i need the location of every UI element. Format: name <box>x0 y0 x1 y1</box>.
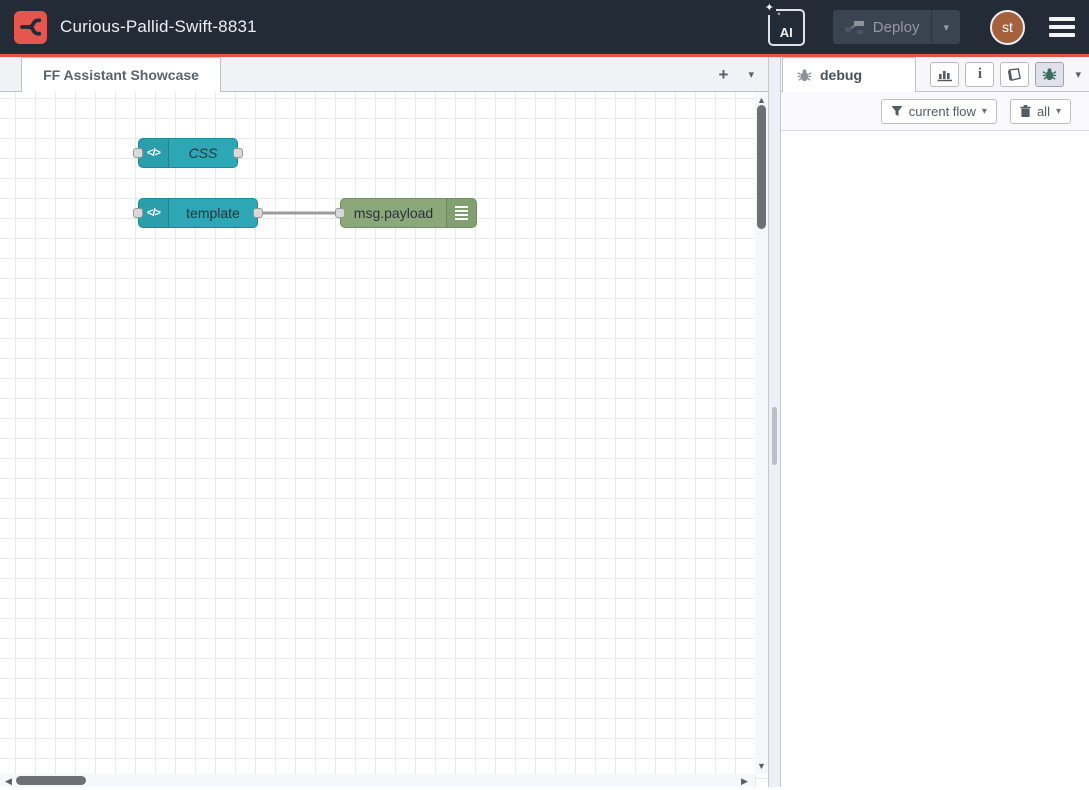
horizontal-scrollbar[interactable]: ◀ ▶ <box>0 774 755 787</box>
debug-lines-icon <box>446 199 476 227</box>
scroll-left-icon[interactable]: ◀ <box>2 776 15 787</box>
sparkle-icon: ✦ <box>763 2 776 15</box>
node-ui-template-css[interactable]: </> CSS <box>138 138 238 168</box>
hamburger-bar <box>1049 25 1075 29</box>
vertical-scrollbar[interactable]: ▲ ▼ <box>755 92 768 774</box>
filter-caret-icon: ▾ <box>982 106 987 117</box>
flowfuse-logo-icon[interactable] <box>14 11 47 44</box>
flow-canvas[interactable]: </> CSS </> template msg.payload <box>0 92 768 787</box>
ai-assistant-button[interactable]: ✦ ˟ AI <box>768 9 805 46</box>
node-label: CSS <box>169 139 237 167</box>
funnel-icon <box>891 105 903 117</box>
sidebar-resize-gutter[interactable] <box>768 57 781 787</box>
tabbar-actions: + ▾ <box>719 57 754 91</box>
flow-tab-active[interactable]: FF Assistant Showcase <box>21 57 221 92</box>
debug-filter-button[interactable]: current flow ▾ <box>881 99 997 124</box>
user-avatar[interactable]: st <box>990 10 1025 45</box>
input-port[interactable] <box>133 208 143 218</box>
sidebar-tab-debug[interactable]: debug <box>782 57 916 92</box>
node-ui-template[interactable]: </> template <box>138 198 258 228</box>
code-icon: </> <box>139 199 169 227</box>
scroll-up-icon[interactable]: ▲ <box>755 95 768 105</box>
hamburger-bar <box>1049 17 1075 21</box>
clear-caret-icon: ▾ <box>1056 106 1061 117</box>
flow-tab-label: FF Assistant Showcase <box>43 67 199 83</box>
dashboard-chart-tab-button[interactable] <box>930 62 959 87</box>
debug-tab-button[interactable] <box>1035 62 1064 87</box>
deploy-button-label: Deploy <box>873 19 932 36</box>
code-icon: </> <box>139 139 169 167</box>
bug-icon <box>1042 67 1057 82</box>
bug-icon <box>797 68 812 83</box>
deploy-nodes-icon <box>833 19 873 35</box>
node-label: msg.payload <box>341 199 446 227</box>
debug-sidebar: debug i <box>781 57 1089 787</box>
bar-chart-icon <box>937 68 953 82</box>
info-icon: i <box>978 66 982 83</box>
scroll-right-icon[interactable]: ▶ <box>738 776 751 787</box>
flow-tabbar: FF Assistant Showcase + ▾ <box>0 57 768 92</box>
debug-enable-toggle[interactable] <box>477 201 503 227</box>
sidebar-tabbar: debug i <box>781 57 1089 92</box>
info-tab-button[interactable]: i <box>965 62 994 87</box>
deploy-caret-icon[interactable]: ▾ <box>932 21 960 34</box>
sparkle-small-icon: ˟ <box>778 13 780 20</box>
deploy-button[interactable]: Deploy ▾ <box>833 10 960 44</box>
wire-layer <box>0 92 768 787</box>
output-port[interactable] <box>253 208 263 218</box>
vertical-scrollbar-thumb[interactable] <box>757 105 766 229</box>
debug-messages-panel[interactable] <box>781 131 1089 787</box>
hamburger-bar <box>1049 33 1075 37</box>
header: Curious-Pallid-Swift-8831 ✦ ˟ AI Deploy … <box>0 0 1089 57</box>
input-port[interactable] <box>335 208 345 218</box>
trash-icon <box>1020 105 1031 118</box>
debug-filter-toolbar: current flow ▾ all ▾ <box>781 92 1089 131</box>
ai-button-label: AI <box>780 25 793 40</box>
main-area: FF Assistant Showcase + ▾ </> CSS <box>0 57 1089 787</box>
instance-title: Curious-Pallid-Swift-8831 <box>60 17 257 37</box>
debug-clear-label: all <box>1037 104 1050 119</box>
output-port[interactable] <box>233 148 243 158</box>
help-tab-button[interactable] <box>1000 62 1029 87</box>
input-port[interactable] <box>133 148 143 158</box>
workspace: FF Assistant Showcase + ▾ </> CSS <box>0 57 768 787</box>
debug-clear-button[interactable]: all ▾ <box>1010 99 1071 124</box>
main-menu-button[interactable] <box>1049 17 1075 37</box>
sidebar-tab-actions: i ▾ <box>930 62 1081 87</box>
sidebar-menu-caret-icon[interactable]: ▾ <box>1075 68 1081 81</box>
book-icon <box>1007 68 1022 82</box>
add-flow-button[interactable]: + <box>719 66 729 83</box>
horizontal-scrollbar-thumb[interactable] <box>16 776 86 785</box>
debug-filter-label: current flow <box>909 104 976 119</box>
scroll-down-icon[interactable]: ▼ <box>755 761 768 771</box>
flow-list-caret-icon[interactable]: ▾ <box>748 68 754 81</box>
avatar-initials: st <box>1002 19 1013 35</box>
sidebar-resize-handle[interactable] <box>772 407 777 465</box>
node-label: template <box>169 199 257 227</box>
sidebar-tab-label: debug <box>820 67 862 83</box>
node-debug-msg-payload[interactable]: msg.payload <box>340 198 477 228</box>
